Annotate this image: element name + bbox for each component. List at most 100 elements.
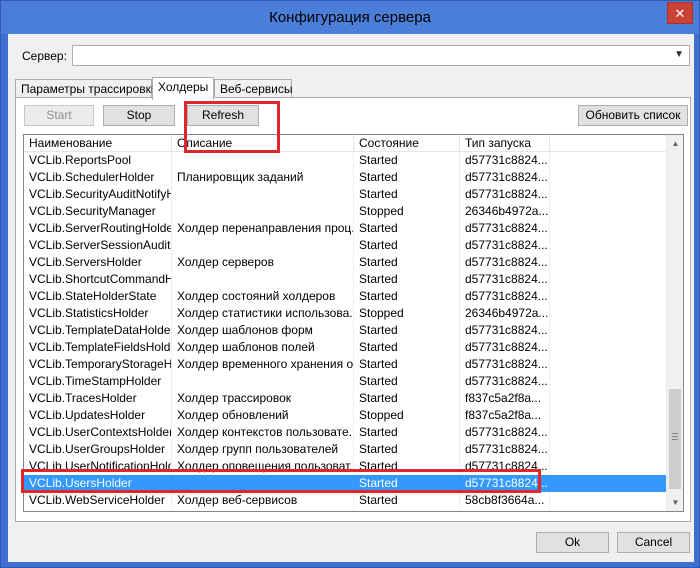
cell-state: Started bbox=[354, 237, 460, 254]
tab-holders[interactable]: Холдеры bbox=[152, 77, 214, 100]
column-header-description[interactable]: Описание bbox=[172, 135, 354, 152]
cell-state: Started bbox=[354, 492, 460, 509]
tab-trace-settings[interactable]: Параметры трассировки bbox=[15, 79, 158, 98]
close-icon: ✕ bbox=[674, 6, 686, 21]
cell-name: VCLib.UserContextsHolder bbox=[24, 424, 172, 441]
cancel-button[interactable]: Cancel bbox=[617, 532, 690, 553]
cell-startup-type: f837c5a2f8a... bbox=[460, 407, 550, 424]
cell-description bbox=[172, 203, 354, 220]
table-row[interactable]: VCLib.UserGroupsHolder Холдер групп польз… bbox=[24, 441, 666, 458]
cell-description bbox=[172, 373, 354, 390]
table-row[interactable]: VCLib.StateHolderState Холдер состояний х… bbox=[24, 288, 666, 305]
table-row[interactable]: VCLib.SecurityAuditNotifyH... Started d577… bbox=[24, 186, 666, 203]
grip-icon bbox=[672, 433, 678, 440]
cell-description: Холдер перенаправления проц... bbox=[172, 220, 354, 237]
scroll-down-icon[interactable]: ▼ bbox=[667, 494, 683, 511]
column-header-name[interactable]: Наименование bbox=[24, 135, 172, 152]
cell-startup-type: d57731c8824... bbox=[460, 339, 550, 356]
cell-startup-type: d57731c8824... bbox=[460, 237, 550, 254]
server-config-window: Конфигурация сервера ✕ Сервер: ▼ Парамет… bbox=[0, 0, 700, 568]
cell-description: Холдер групп пользователей bbox=[172, 441, 354, 458]
table-row[interactable]: VCLib.TemplateDataHolder Холдер шаблонов … bbox=[24, 322, 666, 339]
table-row[interactable]: VCLib.TracesHolder Холдер трассировок Star… bbox=[24, 390, 666, 407]
table-row[interactable]: VCLib.ServersHolder Холдер серверов Starte… bbox=[24, 254, 666, 271]
cell-description: Холдер шаблонов полей bbox=[172, 339, 354, 356]
table-row[interactable]: VCLib.UsersHolder Started d57731c8824... bbox=[24, 475, 666, 492]
tab-web-services[interactable]: Веб-сервисы bbox=[214, 79, 292, 98]
cell-description bbox=[172, 271, 354, 288]
cell-name: VCLib.WebServiceHolder bbox=[24, 492, 172, 509]
cell-description: Холдер веб-сервисов bbox=[172, 492, 354, 509]
cell-name: VCLib.SchedulerHolder bbox=[24, 169, 172, 186]
table-row[interactable]: VCLib.StatisticsHolder Холдер статистики … bbox=[24, 305, 666, 322]
holders-list[interactable]: Наименование Описание Состояние Тип запу… bbox=[23, 134, 684, 512]
column-header-state[interactable]: Состояние bbox=[354, 135, 460, 152]
cell-description: Холдер трассировок bbox=[172, 390, 354, 407]
cell-description bbox=[172, 186, 354, 203]
update-list-button[interactable]: Обновить список bbox=[578, 105, 688, 126]
cell-name: VCLib.UpdatesHolder bbox=[24, 407, 172, 424]
cell-description: Холдер состояний холдеров bbox=[172, 288, 354, 305]
cell-name: VCLib.StateHolderState bbox=[24, 288, 172, 305]
cell-startup-type: d57731c8824... bbox=[460, 288, 550, 305]
table-row[interactable]: VCLib.TimeStampHolder Started d57731c8824.… bbox=[24, 373, 666, 390]
cell-startup-type: d57731c8824... bbox=[460, 475, 550, 492]
table-row[interactable]: VCLib.TemporaryStorageH... Холдер временн… bbox=[24, 356, 666, 373]
cell-description: Холдер шаблонов форм bbox=[172, 322, 354, 339]
cell-startup-type: d57731c8824... bbox=[460, 356, 550, 373]
start-button[interactable]: Start bbox=[24, 105, 94, 126]
cell-description: Планировщик заданий bbox=[172, 169, 354, 186]
cell-name: VCLib.UserGroupsHolder bbox=[24, 441, 172, 458]
ok-button[interactable]: Ok bbox=[536, 532, 609, 553]
scrollbar-thumb[interactable] bbox=[669, 389, 681, 489]
cell-state: Started bbox=[354, 441, 460, 458]
server-select[interactable]: ▼ bbox=[72, 45, 690, 66]
scroll-up-icon[interactable]: ▲ bbox=[667, 135, 683, 152]
table-row[interactable]: VCLib.WebServiceHolder Холдер веб-сервисо… bbox=[24, 492, 666, 509]
cell-name: VCLib.ServersHolder bbox=[24, 254, 172, 271]
cell-description: Холдер оповещения пользоват... bbox=[172, 458, 354, 475]
cell-name: VCLib.TimeStampHolder bbox=[24, 373, 172, 390]
cell-state: Stopped bbox=[354, 407, 460, 424]
table-row[interactable]: VCLib.UserContextsHolder Холдер контексто… bbox=[24, 424, 666, 441]
server-label: Сервер: bbox=[22, 49, 67, 63]
title-bar[interactable]: Конфигурация сервера ✕ bbox=[1, 1, 699, 34]
cell-state: Stopped bbox=[354, 203, 460, 220]
list-rows: VCLib.ReportsPool Started d57731c8824... VC… bbox=[24, 152, 666, 509]
cell-state: Started bbox=[354, 390, 460, 407]
table-row[interactable]: VCLib.UpdatesHolder Холдер обновлений Stop… bbox=[24, 407, 666, 424]
cell-name: VCLib.UserNotificationHolder bbox=[24, 458, 172, 475]
chevron-down-icon[interactable]: ▼ bbox=[674, 49, 684, 60]
cell-startup-type: d57731c8824... bbox=[460, 322, 550, 339]
cell-startup-type: 58cb8f3664a... bbox=[460, 492, 550, 509]
table-row[interactable]: VCLib.UserNotificationHolder Холдер опове… bbox=[24, 458, 666, 475]
table-row[interactable]: VCLib.ShortcutCommandH... Started d57731c8… bbox=[24, 271, 666, 288]
cell-name: VCLib.StatisticsHolder bbox=[24, 305, 172, 322]
cell-startup-type: d57731c8824... bbox=[460, 424, 550, 441]
table-row[interactable]: VCLib.ServerSessionAudit... Started d57731… bbox=[24, 237, 666, 254]
cell-state: Started bbox=[354, 152, 460, 169]
table-row[interactable]: VCLib.SecurityManager Stopped 26346b4972a.… bbox=[24, 203, 666, 220]
vertical-scrollbar[interactable]: ▲ ▼ bbox=[666, 135, 683, 511]
cell-state: Started bbox=[354, 271, 460, 288]
cell-description bbox=[172, 152, 354, 169]
cell-state: Started bbox=[354, 254, 460, 271]
cell-state: Started bbox=[354, 458, 460, 475]
refresh-button[interactable]: Refresh bbox=[187, 105, 259, 126]
cell-startup-type: 26346b4972a... bbox=[460, 203, 550, 220]
cell-description: Холдер серверов bbox=[172, 254, 354, 271]
cell-state: Started bbox=[354, 288, 460, 305]
cell-startup-type: d57731c8824... bbox=[460, 441, 550, 458]
close-button[interactable]: ✕ bbox=[667, 2, 693, 24]
table-row[interactable]: VCLib.SchedulerHolder Планировщик заданий… bbox=[24, 169, 666, 186]
holders-panel: Start Stop Refresh Обновить список Наиме… bbox=[15, 97, 691, 522]
cell-startup-type: d57731c8824... bbox=[460, 254, 550, 271]
table-row[interactable]: VCLib.ServerRoutingHolder Холдер перенапр… bbox=[24, 220, 666, 237]
stop-button[interactable]: Stop bbox=[103, 105, 175, 126]
table-row[interactable]: VCLib.ReportsPool Started d57731c8824... bbox=[24, 152, 666, 169]
column-header-startup-type[interactable]: Тип запуска bbox=[460, 135, 550, 152]
cell-state: Started bbox=[354, 186, 460, 203]
cell-startup-type: d57731c8824... bbox=[460, 271, 550, 288]
table-row[interactable]: VCLib.TemplateFieldsHolder Холдер шаблоно… bbox=[24, 339, 666, 356]
cell-state: Started bbox=[354, 373, 460, 390]
